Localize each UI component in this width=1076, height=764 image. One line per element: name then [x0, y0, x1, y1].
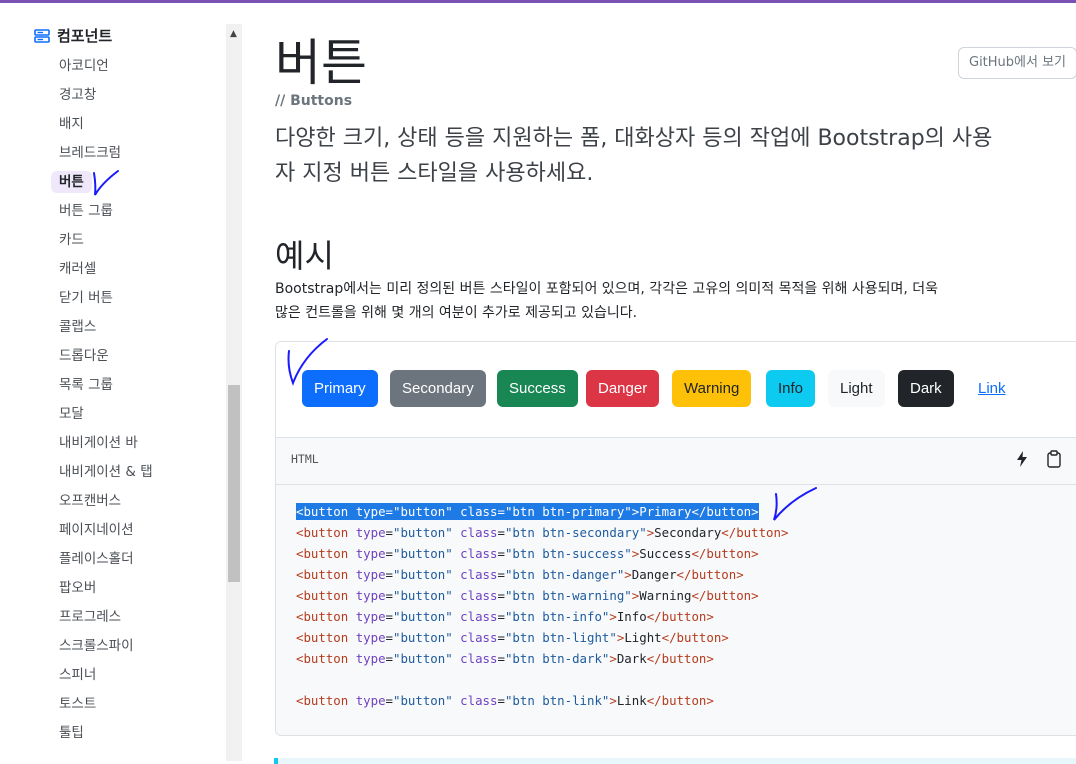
- bolt-icon[interactable]: [1015, 450, 1029, 468]
- lead-text: 다양한 크기, 상태 등을 지원하는 폼, 대화상자 등의 작업에 Bootst…: [275, 121, 1076, 191]
- info-callout: [274, 758, 1076, 764]
- scroll-up-arrow-icon[interactable]: ▲: [230, 29, 237, 39]
- sidebar-item[interactable]: 버튼 그룹: [51, 200, 121, 222]
- example-danger-button[interactable]: Danger: [586, 370, 660, 407]
- code-line: <button type="button" class="btn btn-suc…: [296, 546, 759, 561]
- sidebar-item[interactable]: 내비게이션 & 탭: [51, 461, 161, 483]
- code-line: <button type="button" class="btn btn-dar…: [296, 651, 714, 666]
- example-success-button[interactable]: Success: [497, 370, 578, 407]
- code-line: <button type="button" class="btn btn-war…: [296, 588, 759, 603]
- page-subtitle: // Buttons: [275, 93, 353, 109]
- code-line: <button type="button" class="btn btn-lin…: [296, 693, 714, 708]
- main-content: 버튼 GitHub에서 보기 // Buttons 다양한 크기, 상태 등을 …: [243, 3, 1076, 764]
- sidebar-item[interactable]: 스크롤스파이: [51, 635, 142, 657]
- code-language-label: HTML: [291, 452, 319, 466]
- section-heading-examples: 예시: [275, 237, 334, 275]
- code-line: <button type="button" class="btn btn-lig…: [296, 630, 729, 645]
- example-primary-button[interactable]: Primary: [302, 370, 378, 407]
- description-line-1: Bootstrap에서는 미리 정의된 버튼 스타일이 포함되어 있으며, 각각…: [275, 281, 939, 297]
- sidebar-item[interactable]: 브레드크럼: [51, 142, 129, 164]
- code-header: [275, 437, 1076, 485]
- sidebar-item[interactable]: 툴팁: [51, 722, 92, 744]
- lead-line-1: 다양한 크기, 상태 등을 지원하는 폼, 대화상자 등의 작업에 Bootst…: [275, 126, 993, 151]
- example-dark-button[interactable]: Dark: [898, 370, 954, 407]
- code-line: <button type="button" class="btn btn-dan…: [296, 567, 744, 582]
- sidebar-item[interactable]: 팝오버: [51, 577, 104, 599]
- sidebar-item[interactable]: 콜랩스: [51, 316, 104, 338]
- sidebar-item[interactable]: 버튼: [51, 171, 92, 193]
- sidebar-item[interactable]: 프로그레스: [51, 606, 129, 628]
- description-line-2: 많은 컨트롤을 위해 몇 개의 여분이 추가로 제공되고 있습니다.: [275, 305, 638, 321]
- code-line: <button type="button" class="btn btn-sec…: [296, 525, 789, 540]
- sidebar-item[interactable]: 모달: [51, 403, 92, 425]
- sidebar-item[interactable]: 내비게이션 바: [51, 432, 146, 454]
- page-title: 버튼: [275, 34, 367, 92]
- example-link-button[interactable]: Link: [966, 370, 1018, 407]
- sidebar-item[interactable]: 닫기 버튼: [51, 287, 121, 309]
- components-icon: [34, 28, 50, 43]
- example-info-button[interactable]: Info: [766, 370, 816, 407]
- sidebar-item[interactable]: 플레이스홀더: [51, 548, 142, 570]
- example-secondary-button[interactable]: Secondary: [390, 370, 486, 407]
- sidebar-item[interactable]: 드롭다운: [51, 345, 117, 367]
- example-light-button[interactable]: Light: [828, 370, 885, 407]
- sidebar-item[interactable]: 배지: [51, 113, 92, 135]
- github-view-button[interactable]: GitHub에서 보기: [958, 47, 1076, 79]
- sidebar-item[interactable]: 카드: [51, 229, 92, 251]
- sidebar-item[interactable]: 아코디언: [51, 55, 117, 77]
- clipboard-icon[interactable]: [1046, 450, 1062, 468]
- code-line: <button type="button" class="btn btn-inf…: [296, 609, 714, 624]
- sidebar-section-header[interactable]: 컴포넌트: [34, 25, 112, 46]
- sidebar-item[interactable]: 경고창: [51, 84, 104, 106]
- sidebar-item[interactable]: 페이지네이션: [51, 519, 142, 541]
- sidebar-section-label: 컴포넌트: [57, 27, 113, 45]
- sidebar: 컴포넌트 아코디언경고창배지브레드크럼버튼버튼 그룹카드캐러셀닫기 버튼콜랩스드…: [0, 3, 226, 761]
- sidebar-item[interactable]: 목록 그룹: [51, 374, 121, 396]
- sidebar-item[interactable]: 캐러셀: [51, 258, 104, 280]
- sidebar-scroll-thumb[interactable]: [228, 385, 240, 582]
- sidebar-item[interactable]: 토스트: [51, 693, 104, 715]
- example-warning-button[interactable]: Warning: [672, 370, 752, 407]
- lead-line-2: 자 지정 버튼 스타일을 사용하세요.: [275, 161, 594, 186]
- sidebar-item[interactable]: 스피너: [51, 664, 104, 686]
- section-description: Bootstrap에서는 미리 정의된 버튼 스타일이 포함되어 있으며, 각각…: [275, 277, 1076, 325]
- sidebar-item[interactable]: 오프캔버스: [51, 490, 129, 512]
- code-line-selected: <button type="button" class="btn btn-pri…: [296, 503, 759, 520]
